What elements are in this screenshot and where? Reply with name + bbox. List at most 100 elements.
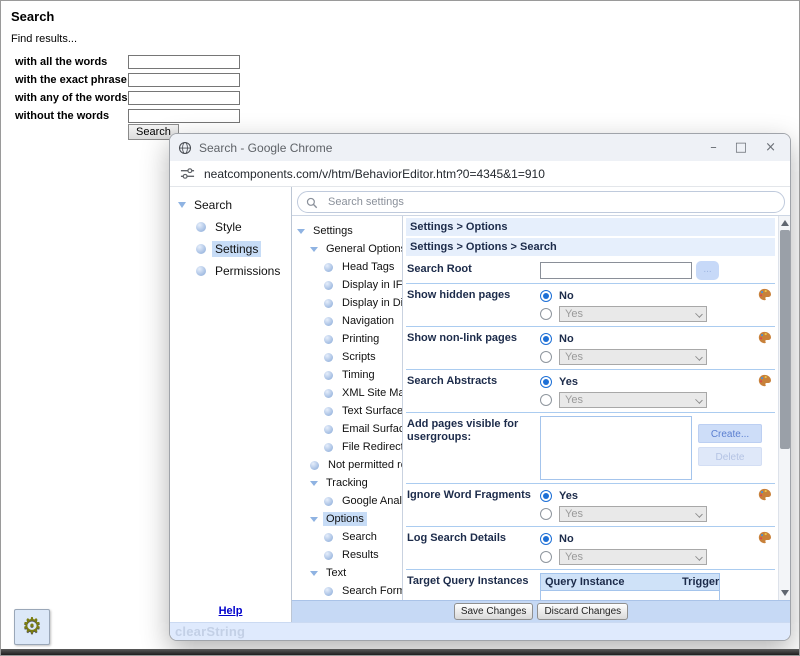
- site-settings-icon[interactable]: [180, 166, 195, 181]
- setting-label: Ignore Word Fragments: [407, 487, 540, 502]
- tree-item[interactable]: Timing: [292, 366, 402, 384]
- expand-triangle-icon[interactable]: [310, 247, 318, 252]
- scroll-up-arrow-icon[interactable]: [781, 220, 789, 226]
- tree-item-label: Navigation: [339, 314, 397, 328]
- sidebar-item[interactable]: Search: [170, 194, 291, 216]
- tree-item-label: Text: [323, 566, 349, 580]
- radio-selected[interactable]: [540, 533, 552, 545]
- text-field[interactable]: [128, 109, 240, 123]
- radio-selected[interactable]: [540, 490, 552, 502]
- settings-tree: Settings General Options: [292, 216, 403, 600]
- radio-selected[interactable]: [540, 290, 552, 302]
- maximize-button[interactable]: □: [735, 141, 747, 154]
- tree-item[interactable]: Text Surfaces: [292, 402, 402, 420]
- delete-button[interactable]: Delete: [698, 447, 762, 466]
- tree-item[interactable]: Not permitted redirection: [292, 456, 402, 474]
- palette-icon[interactable]: [758, 288, 771, 301]
- minimize-button[interactable]: –: [710, 141, 717, 154]
- tree-item[interactable]: Search: [292, 528, 402, 546]
- bullet-icon: [324, 263, 333, 272]
- bullet-icon: [324, 497, 333, 506]
- field-label: with any of the words: [15, 92, 128, 104]
- setting-label: Search Abstracts: [407, 373, 540, 388]
- window-bottom-edge: [1, 649, 799, 655]
- close-button[interactable]: ×: [765, 141, 776, 154]
- tree-item[interactable]: General Options: [292, 240, 402, 258]
- tree-item[interactable]: Options: [292, 510, 402, 528]
- tree-item[interactable]: Display in IFrame: [292, 276, 402, 294]
- save-changes-button[interactable]: Save Changes: [454, 603, 534, 620]
- expand-triangle-icon[interactable]: [310, 571, 318, 576]
- palette-icon[interactable]: [758, 531, 771, 544]
- mid-row: Settings General Options: [292, 216, 790, 600]
- tree-item[interactable]: Google Analytics: [292, 492, 402, 510]
- search-root-input[interactable]: [540, 262, 692, 279]
- search-placeholder: Search settings: [328, 196, 404, 208]
- column-query-instance: Query Instance: [541, 576, 678, 588]
- radio-selected[interactable]: [540, 333, 552, 345]
- tree-item-label: Email Surfaces: [339, 422, 403, 436]
- search-icon: [306, 196, 318, 208]
- help-link[interactable]: Help: [170, 605, 291, 617]
- window-title: Search - Google Chrome: [199, 141, 710, 155]
- settings-search-input[interactable]: Search settings: [297, 191, 785, 213]
- sidebar: Search Style Settings: [170, 187, 292, 622]
- radio-unselected[interactable]: [540, 308, 552, 320]
- tree-item[interactable]: Results: [292, 546, 402, 564]
- tree-item[interactable]: File Redirects: [292, 438, 402, 456]
- query-table-body[interactable]: [540, 590, 720, 600]
- url-bar[interactable]: neatcomponents.com/v/htm/BehaviorEditor.…: [170, 161, 790, 187]
- radio-unselected[interactable]: [540, 508, 552, 520]
- tree-item[interactable]: Head Tags: [292, 258, 402, 276]
- bullet-icon: [324, 533, 333, 542]
- tree-item[interactable]: Navigation: [292, 312, 402, 330]
- radio-rows-top: Show hidden pages No Yes: [406, 284, 775, 413]
- tree-item[interactable]: Text: [292, 564, 402, 582]
- palette-icon[interactable]: [758, 488, 771, 501]
- tree-item[interactable]: Settings: [292, 222, 402, 240]
- scroll-down-arrow-icon[interactable]: [781, 590, 789, 596]
- window-titlebar[interactable]: Search - Google Chrome – □ ×: [170, 134, 790, 161]
- expand-triangle-icon[interactable]: [310, 481, 318, 486]
- scrollbar[interactable]: [778, 216, 790, 600]
- text-field[interactable]: [128, 91, 240, 105]
- text-field[interactable]: [128, 73, 240, 87]
- bullet-icon: [324, 281, 333, 290]
- text-field[interactable]: [128, 55, 240, 69]
- tree-item[interactable]: Search Form: [292, 582, 402, 600]
- usergroups-listbox[interactable]: [540, 416, 692, 480]
- sidebar-item[interactable]: Permissions: [170, 260, 291, 282]
- tree-item[interactable]: Email Surfaces: [292, 420, 402, 438]
- tree-item[interactable]: Display in Dialog: [292, 294, 402, 312]
- dropdown-value: Yes: [565, 351, 583, 363]
- tree-item[interactable]: XML Site Maps: [292, 384, 402, 402]
- expand-triangle-icon[interactable]: [178, 202, 186, 208]
- palette-icon[interactable]: [758, 331, 771, 344]
- tree-item[interactable]: Printing: [292, 330, 402, 348]
- tree-item-label: Search: [339, 530, 380, 544]
- radio-rows-bottom: Ignore Word Fragments Yes Ye: [406, 484, 775, 570]
- sidebar-item[interactable]: Style: [170, 216, 291, 238]
- expand-triangle-icon[interactable]: [310, 517, 318, 522]
- palette-icon[interactable]: [758, 374, 771, 387]
- chevron-down-icon: [695, 310, 703, 318]
- scroll-thumb[interactable]: [780, 230, 790, 449]
- discard-changes-button[interactable]: Discard Changes: [537, 603, 628, 620]
- settings-gear-button[interactable]: ⚙: [14, 609, 50, 645]
- tree-item[interactable]: Tracking: [292, 474, 402, 492]
- tree-item-label: Search Form: [339, 584, 403, 598]
- tree-item-label: XML Site Maps: [339, 386, 403, 400]
- dropdown-value: Yes: [565, 394, 583, 406]
- tree-item-label: Text Surfaces: [339, 404, 403, 418]
- bullet-icon: [324, 551, 333, 560]
- radio-unselected[interactable]: [540, 394, 552, 406]
- radio-unselected[interactable]: [540, 551, 552, 563]
- sidebar-item[interactable]: Settings: [170, 238, 291, 260]
- tree-item[interactable]: Scripts: [292, 348, 402, 366]
- brand-text: clearString: [175, 624, 245, 639]
- create-button[interactable]: Create...: [698, 424, 762, 443]
- expand-triangle-icon[interactable]: [297, 229, 305, 234]
- browse-button[interactable]: ...: [696, 261, 719, 280]
- radio-unselected[interactable]: [540, 351, 552, 363]
- radio-selected[interactable]: [540, 376, 552, 388]
